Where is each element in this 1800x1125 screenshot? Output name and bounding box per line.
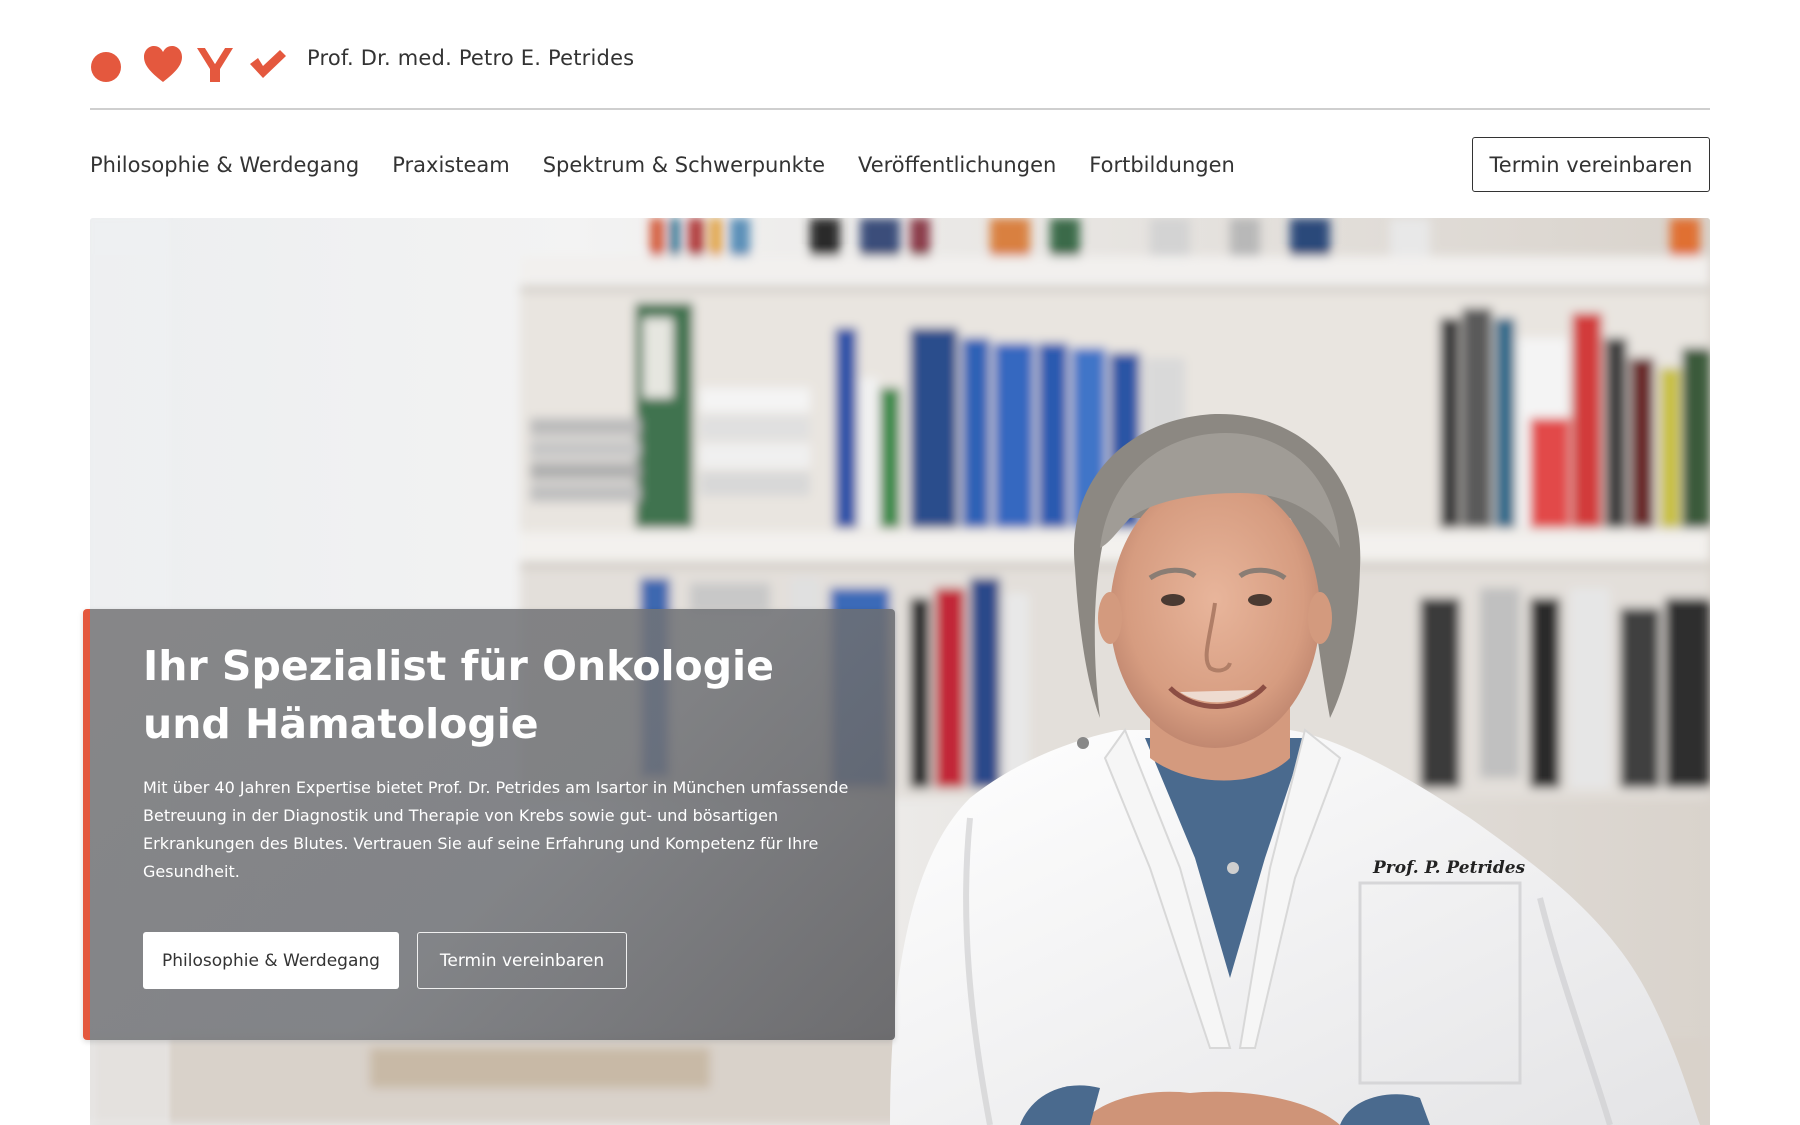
hero-title: Ihr Spezialist für Onkologie und Hämatol… [143,642,774,748]
nav-item-spektrum[interactable]: Spektrum & Schwerpunkte [543,153,825,177]
checkmark-icon [246,42,288,84]
heart-icon [142,42,184,84]
main-navigation: Philosophie & Werdegang Praxisteam Spekt… [90,137,1268,193]
nav-item-praxisteam[interactable]: Praxisteam [392,153,509,177]
coat-embroidery: Prof. P. Petrides [1372,858,1526,878]
nav-item-philosophie[interactable]: Philosophie & Werdegang [90,153,359,177]
brand-name[interactable]: Prof. Dr. med. Petro E. Petrides [307,42,634,74]
logo[interactable] [90,38,288,88]
appointment-button[interactable]: Termin vereinbaren [1472,137,1710,192]
philosophy-button[interactable]: Philosophie & Werdegang [143,932,399,989]
site-header: Prof. Dr. med. Petro E. Petrides [90,30,1710,110]
hero-appointment-button[interactable]: Termin vereinbaren [417,932,627,989]
hero-description: Mit über 40 Jahren Expertise bietet Prof… [143,778,849,881]
antibody-icon [194,42,236,84]
nav-item-veroeffentlichungen[interactable]: Veröffentlichungen [858,153,1056,177]
hero-card: Ihr Spezialist für Onkologie und Hämatol… [83,609,895,1040]
circle-icon [90,42,132,84]
nav-item-fortbildungen[interactable]: Fortbildungen [1089,153,1235,177]
